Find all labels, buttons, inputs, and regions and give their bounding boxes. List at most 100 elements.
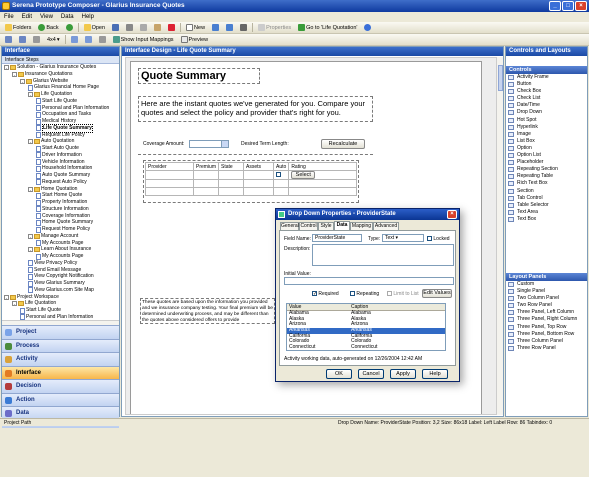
zoom-select[interactable]: 4x4 ▾	[45, 35, 62, 45]
layout-item[interactable]: Three Column Panel	[506, 338, 587, 345]
copy-button[interactable]	[138, 23, 149, 33]
controls-section-header[interactable]: Controls	[506, 66, 587, 74]
folders-button[interactable]: Folders	[3, 23, 33, 33]
limit-to-list-checkbox[interactable]	[387, 291, 392, 297]
locked-checkbox[interactable]	[427, 236, 432, 242]
limit-to-list-option[interactable]: Limit to List	[387, 291, 419, 297]
control-item[interactable]: Option	[506, 145, 587, 152]
control-item[interactable]: Activity Frame	[506, 74, 587, 81]
maximize-button[interactable]: □	[562, 1, 574, 11]
control-item[interactable]: Text Box	[506, 216, 587, 223]
collapse-toggle[interactable]: -	[28, 247, 33, 253]
menu-file[interactable]: File	[4, 12, 14, 22]
nav-project-button[interactable]: Project	[2, 325, 119, 339]
tab-general[interactable]: General	[280, 222, 299, 230]
repeating-checkbox[interactable]	[350, 291, 355, 297]
layout-panels-header[interactable]: Layout Panels	[506, 272, 587, 281]
save-button[interactable]	[110, 23, 121, 33]
nav-interface-button[interactable]: Interface	[2, 365, 119, 379]
control-item[interactable]: Rich Text Box	[506, 180, 587, 187]
preview-button[interactable]: Preview	[179, 35, 211, 45]
control-item[interactable]: Date/Time	[506, 102, 587, 109]
control-item[interactable]: Button	[506, 81, 587, 88]
nav-activity-button[interactable]: Activity	[2, 352, 119, 366]
layout-item[interactable]: Single Panel	[506, 288, 587, 295]
control-item[interactable]: Hot Spot	[506, 117, 587, 124]
collapse-toggle[interactable]: -	[20, 78, 25, 84]
new-button[interactable]: New	[184, 23, 207, 33]
values-list[interactable]: Value Caption Alabama Alabama Alaska Alaska…	[286, 303, 446, 351]
delete-button[interactable]	[166, 23, 177, 33]
cell-premium[interactable]	[192, 170, 220, 180]
properties-button[interactable]: Properties	[256, 23, 293, 33]
collapse-toggle[interactable]: -	[28, 139, 33, 145]
coverage-amount-dropdown[interactable]	[189, 140, 229, 148]
redo-button[interactable]	[224, 23, 235, 33]
dialog-close-button[interactable]: ×	[447, 210, 457, 219]
control-item[interactable]: Placeholder	[506, 159, 587, 166]
control-item[interactable]: Tab Control	[506, 195, 587, 202]
apply-button[interactable]: Apply	[390, 369, 416, 379]
open-button[interactable]: Open	[82, 23, 107, 33]
close-button[interactable]: ×	[575, 1, 587, 11]
ok-button[interactable]: OK	[326, 369, 352, 379]
collapse-toggle[interactable]: -	[28, 233, 33, 239]
control-item[interactable]: Repeating Section	[506, 166, 587, 173]
locked-option[interactable]: Locked	[427, 236, 450, 242]
nav-decision-button[interactable]: Decision	[2, 379, 119, 393]
tab-control[interactable]: Control	[299, 222, 318, 230]
page-title-frame[interactable]: Quote Summary	[138, 68, 260, 84]
control-item[interactable]: Hyperlink	[506, 124, 587, 131]
canvas-vertical-scrollbar[interactable]	[496, 57, 503, 415]
initial-value-dropdown[interactable]	[284, 277, 454, 285]
control-item[interactable]: Check Box	[506, 88, 587, 95]
layout-item[interactable]: Three Row Panel	[506, 345, 587, 352]
undo-button[interactable]	[210, 23, 221, 33]
scrollbar-thumb[interactable]	[498, 65, 503, 91]
control-item[interactable]: Image	[506, 131, 587, 138]
layout-item[interactable]: Three Panel, Top Row	[506, 324, 587, 331]
select-button[interactable]: Select	[291, 171, 316, 179]
align-top-button[interactable]	[17, 35, 28, 45]
recalculate-button[interactable]: Recalculate	[321, 139, 365, 149]
required-checkbox[interactable]: ✓	[312, 291, 317, 297]
help-button[interactable]	[362, 23, 373, 33]
back-button[interactable]: Back	[36, 23, 60, 33]
cell-assets[interactable]	[243, 170, 275, 180]
grid-button[interactable]	[31, 35, 42, 45]
collapse-toggle[interactable]: -	[4, 294, 9, 300]
tab-data[interactable]: Data	[334, 221, 350, 230]
nav-process-button[interactable]: Process	[2, 338, 119, 352]
control-item[interactable]: Section	[506, 188, 587, 195]
field-name-input[interactable]: ProviderState	[312, 234, 362, 242]
order-front-button[interactable]	[69, 35, 80, 45]
repeating-option[interactable]: Repeating	[350, 291, 379, 297]
layout-item[interactable]: Custom	[506, 281, 587, 288]
control-item[interactable]: List Box	[506, 138, 587, 145]
minimize-button[interactable]: _	[549, 1, 561, 11]
tab-style[interactable]: Style	[318, 222, 334, 230]
type-dropdown[interactable]: Text ▾	[382, 234, 424, 242]
collapse-toggle[interactable]: -	[12, 301, 17, 307]
paste-button[interactable]	[152, 23, 163, 33]
control-item[interactable]: Text Area	[506, 209, 587, 216]
goto-button[interactable]: Go to 'Life Quotation'	[296, 23, 359, 33]
quotes-table-frame[interactable]: Provider Premium State Assets Auto Ratin…	[143, 160, 359, 203]
collapse-toggle[interactable]: -	[12, 71, 17, 77]
help-button-dialog[interactable]: Help	[422, 369, 448, 379]
disclaimer-text[interactable]: These quotes are based upon the informat…	[140, 298, 275, 324]
collapse-toggle[interactable]: -	[4, 65, 9, 70]
tab-mapping[interactable]: Mapping	[350, 222, 373, 230]
print-button[interactable]	[238, 23, 249, 33]
control-item[interactable]: Repeating Table	[506, 173, 587, 180]
cancel-button[interactable]: Cancel	[358, 369, 384, 379]
control-item[interactable]: Check List	[506, 95, 587, 102]
cell-auto[interactable]	[273, 170, 290, 180]
size-button[interactable]	[97, 35, 108, 45]
required-option[interactable]: ✓ Required	[312, 291, 339, 297]
layout-item[interactable]: Two Column Panel	[506, 295, 587, 302]
control-item[interactable]: Drop Down	[506, 109, 587, 116]
auto-checkbox[interactable]	[276, 172, 282, 178]
nav-action-button[interactable]: Action	[2, 392, 119, 406]
control-item[interactable]: Option List	[506, 152, 587, 159]
